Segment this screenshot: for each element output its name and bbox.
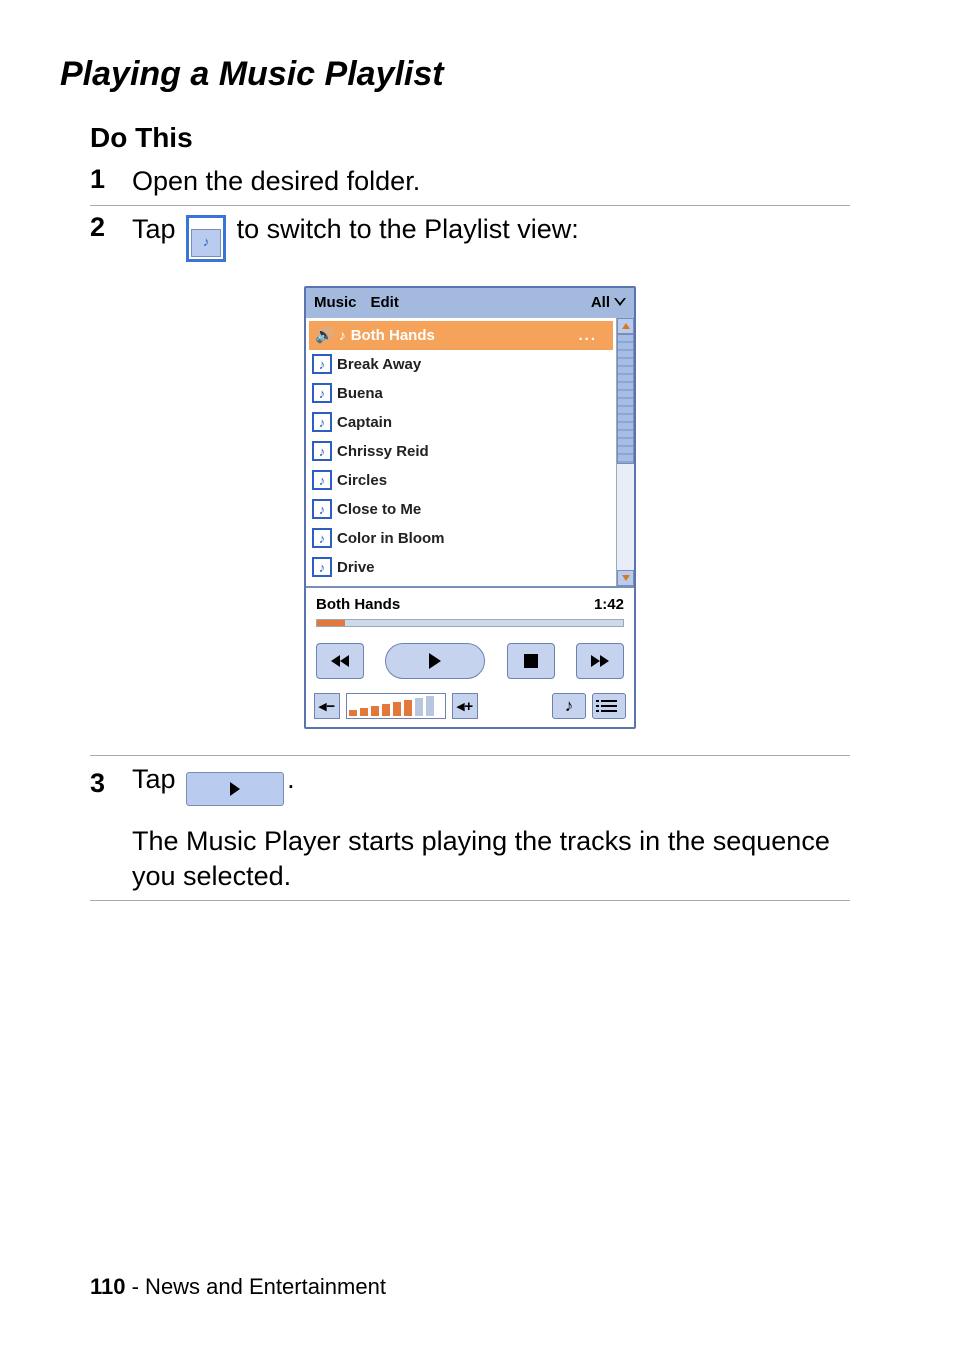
- player-titlebar: Music Edit All: [306, 288, 634, 318]
- note-view-button[interactable]: ♪: [552, 693, 586, 719]
- play-icon: [429, 653, 441, 669]
- step-number: 1: [90, 164, 132, 199]
- forward-icon: [591, 655, 600, 667]
- music-note-icon: ♪: [319, 502, 326, 517]
- now-playing: Both Hands 1:42: [306, 588, 634, 633]
- do-this-heading: Do This: [90, 122, 894, 154]
- now-playing-track: Both Hands: [316, 596, 400, 613]
- music-note-icon: ♪: [565, 696, 574, 716]
- music-note-icon: ♪: [319, 444, 326, 459]
- period: .: [287, 764, 295, 794]
- track-row[interactable]: ♪ Circles: [306, 466, 616, 495]
- track-name: Circles: [337, 472, 387, 489]
- track-row[interactable]: 🔊 ♪ Both Hands ...: [309, 321, 613, 350]
- track-row[interactable]: ♪ Drive: [306, 553, 616, 582]
- menu-edit[interactable]: Edit: [371, 294, 399, 311]
- volume-down-button[interactable]: ◂−: [314, 693, 340, 719]
- music-note-icon: ♪: [319, 357, 326, 372]
- step-text-after: to switch to the Playlist view:: [237, 214, 579, 244]
- track-row[interactable]: ♪ Captain: [306, 408, 616, 437]
- track-row[interactable]: ♪ Color in Bloom: [306, 524, 616, 553]
- list-view-button[interactable]: [592, 693, 626, 719]
- scrollbar[interactable]: [616, 318, 634, 586]
- step-2: 2 Tap ♪ to switch to the Playlist view: …: [90, 206, 850, 755]
- track-name: Break Away: [337, 356, 421, 373]
- music-note-icon: ♪: [319, 415, 326, 430]
- track-name: Drive: [337, 559, 375, 576]
- track-name: Close to Me: [337, 501, 421, 518]
- music-note-icon: ♪: [319, 386, 326, 401]
- progress-bar[interactable]: [316, 619, 624, 627]
- music-player: Music Edit All 🔊 ♪ Both Hands ... ♪Break: [304, 286, 636, 729]
- track-row[interactable]: ♪ Chrissy Reid: [306, 437, 616, 466]
- footer-section: - News and Entertainment: [126, 1274, 386, 1299]
- step-text-tap: Tap: [132, 214, 176, 244]
- playlist: 🔊 ♪ Both Hands ... ♪ Break Away ♪ Buena ♪ C…: [306, 318, 616, 586]
- filter-all[interactable]: All: [591, 294, 626, 311]
- dropdown-icon: [614, 299, 626, 307]
- page-number: 110: [90, 1274, 126, 1299]
- playlist-view-button[interactable]: ♪: [186, 215, 226, 261]
- track-name: Buena: [337, 385, 383, 402]
- step-text-tap: Tap: [132, 764, 176, 794]
- track-row[interactable]: ♪ Close to Me: [306, 495, 616, 524]
- step-explanation: The Music Player starts playing the trac…: [132, 824, 850, 894]
- music-note-icon: ♪: [339, 327, 346, 343]
- rewind-icon: [331, 655, 340, 667]
- track-name: Chrissy Reid: [337, 443, 429, 460]
- speaker-icon: 🔊: [315, 326, 334, 344]
- page-footer: 110 - News and Entertainment: [90, 1274, 386, 1300]
- step-3: 3 Tap . The Music Player starts playing …: [90, 756, 850, 901]
- scroll-down-button[interactable]: [617, 570, 634, 586]
- music-note-icon: ♪: [319, 531, 326, 546]
- volume-up-icon: ◂+: [457, 697, 473, 715]
- track-row[interactable]: ♪ Buena: [306, 379, 616, 408]
- more-icon[interactable]: ...: [578, 327, 607, 344]
- rewind-button[interactable]: [316, 643, 364, 679]
- track-name: Color in Bloom: [337, 530, 445, 547]
- menu-music[interactable]: Music: [314, 294, 357, 311]
- volume-down-icon: ◂−: [319, 697, 335, 715]
- list-icon: [601, 700, 617, 712]
- play-button[interactable]: [186, 772, 284, 806]
- music-note-icon: ♪: [203, 234, 210, 251]
- step-number: 3: [90, 768, 132, 799]
- scroll-up-button[interactable]: [617, 318, 634, 334]
- play-button[interactable]: [385, 643, 485, 679]
- page-title: Playing a Music Playlist: [60, 55, 894, 94]
- chevron-up-icon: [622, 323, 630, 329]
- step-1: 1 Open the desired folder.: [90, 158, 850, 206]
- now-playing-time: 1:42: [594, 596, 624, 613]
- scroll-thumb[interactable]: [617, 334, 634, 464]
- step-text: Open the desired folder.: [132, 164, 850, 199]
- track-name: Captain: [337, 414, 392, 431]
- volume-level[interactable]: [346, 693, 446, 719]
- play-icon: [230, 782, 240, 796]
- music-note-icon: ♪: [319, 560, 326, 575]
- stop-icon: [524, 654, 538, 668]
- track-name: Both Hands: [351, 327, 435, 344]
- volume-up-button[interactable]: ◂+: [452, 693, 478, 719]
- forward-button[interactable]: [576, 643, 624, 679]
- music-note-icon: ♪: [319, 473, 326, 488]
- track-row[interactable]: ♪ Break Away: [306, 350, 616, 379]
- chevron-down-icon: [622, 575, 630, 581]
- stop-button[interactable]: [507, 643, 555, 679]
- step-number: 2: [90, 212, 132, 261]
